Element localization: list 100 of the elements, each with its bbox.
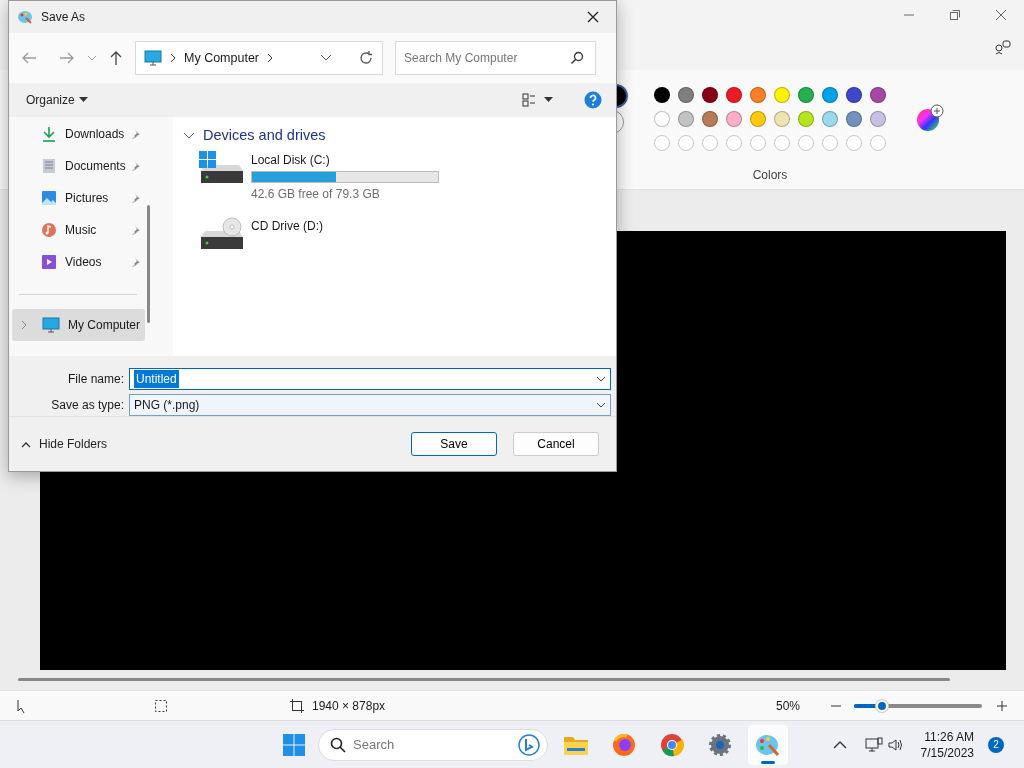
color-swatch[interactable]	[726, 87, 742, 103]
color-swatch[interactable]	[774, 111, 790, 127]
clock-time[interactable]: 11:26 AM	[924, 728, 974, 745]
back-icon[interactable]	[21, 51, 37, 65]
save-button[interactable]: Save	[411, 432, 497, 456]
search-field[interactable]: Search My Computer	[395, 41, 596, 75]
hide-folders-button[interactable]: Hide Folders	[21, 435, 108, 453]
empty-color-slot[interactable]	[702, 135, 718, 151]
chrome-icon	[660, 732, 684, 757]
up-icon[interactable]	[109, 50, 123, 66]
empty-color-slot[interactable]	[774, 135, 790, 151]
empty-color-slot[interactable]	[726, 135, 742, 151]
paint-palette-icon	[755, 732, 781, 757]
color-swatch[interactable]	[654, 87, 670, 103]
download-icon	[41, 126, 57, 142]
sidebar-item[interactable]: Videos	[9, 246, 145, 278]
view-icon	[522, 93, 536, 107]
empty-color-slot[interactable]	[870, 135, 886, 151]
dialog-title: Save As	[41, 9, 86, 26]
color-swatch[interactable]	[702, 111, 718, 127]
plus-icon	[996, 699, 1008, 712]
selection-icon	[154, 698, 168, 713]
file-name-label: File name:	[66, 371, 125, 388]
sidebar-item[interactable]: Music	[9, 214, 145, 246]
color-wheel-icon[interactable]	[916, 104, 944, 132]
file-name-field[interactable]: Untitled	[129, 368, 611, 390]
color-swatch[interactable]	[678, 111, 694, 127]
color-swatch[interactable]	[702, 87, 718, 103]
network-icon[interactable]	[864, 736, 883, 753]
canvas-size-label: 1940 × 878px	[312, 697, 386, 715]
restore-icon	[949, 9, 961, 21]
color-swatch[interactable]	[750, 87, 766, 103]
color-swatch[interactable]	[870, 111, 886, 127]
sidebar-item[interactable]: Downloads	[9, 118, 145, 150]
sidebar-item[interactable]: Pictures	[9, 182, 145, 214]
color-swatch[interactable]	[774, 87, 790, 103]
search-icon	[570, 51, 584, 65]
help-icon[interactable]	[584, 91, 602, 109]
bing-icon[interactable]	[518, 733, 540, 756]
cancel-button[interactable]: Cancel	[513, 432, 599, 456]
chevron-right-icon	[170, 53, 176, 63]
notification-count[interactable]: 2	[988, 736, 1004, 753]
volume-icon[interactable]	[886, 736, 903, 753]
organize-button[interactable]: Organize	[26, 91, 88, 109]
caret-icon	[544, 97, 553, 103]
clock-date[interactable]: 7/15/2023	[920, 744, 974, 761]
document-icon	[41, 158, 57, 174]
computer-icon	[42, 317, 60, 333]
forward-icon[interactable]	[59, 51, 75, 65]
color-swatch[interactable]	[798, 111, 814, 127]
paint-app-icon	[17, 9, 33, 25]
empty-color-slot[interactable]	[798, 135, 814, 151]
empty-color-slot[interactable]	[846, 135, 862, 151]
search-icon	[330, 736, 346, 753]
color-swatch[interactable]	[654, 111, 670, 127]
color-swatch[interactable]	[822, 87, 838, 103]
video-icon	[41, 254, 57, 270]
drive-name[interactable]: CD Drive (D:)	[251, 216, 323, 235]
group-header[interactable]: Devices and drives	[183, 125, 326, 147]
drive-name[interactable]: Local Disk (C:)	[251, 150, 439, 169]
picture-icon	[41, 190, 57, 206]
color-swatch[interactable]	[798, 87, 814, 103]
zoom-label: 50%	[775, 697, 800, 715]
sidebar-item[interactable]: Documents	[9, 150, 145, 182]
close-icon	[995, 9, 1007, 21]
color-swatch[interactable]	[726, 111, 742, 127]
sidebar-item[interactable]: My Computer	[12, 309, 145, 341]
windows-icon	[282, 732, 306, 757]
chevron-down-icon	[596, 402, 606, 408]
share-icon[interactable]	[994, 38, 1012, 56]
close-icon	[587, 11, 599, 23]
chevron-up-icon	[21, 440, 31, 448]
computer-icon	[144, 50, 162, 66]
scrollbar[interactable]	[18, 678, 950, 681]
chevron-up-icon[interactable]	[832, 739, 847, 750]
chevron-down-icon[interactable]	[320, 54, 332, 62]
color-swatch[interactable]	[846, 87, 862, 103]
color-swatch[interactable]	[846, 111, 862, 127]
empty-color-slot[interactable]	[750, 135, 766, 151]
empty-color-slot[interactable]	[654, 135, 670, 151]
scrollbar[interactable]	[147, 205, 150, 323]
colors-label: Colors	[752, 167, 788, 184]
taskbar-search-field[interactable]: Search	[318, 728, 548, 761]
slider-thumb[interactable]	[876, 699, 889, 712]
color-swatch[interactable]	[750, 111, 766, 127]
paint-button[interactable]	[748, 724, 788, 765]
color-swatch[interactable]	[678, 87, 694, 103]
empty-color-slot[interactable]	[822, 135, 838, 151]
save-type-label: Save as type:	[50, 397, 125, 414]
color-swatch[interactable]	[870, 87, 886, 103]
empty-color-slot[interactable]	[678, 135, 694, 151]
path-segment[interactable]: My Computer	[184, 48, 260, 68]
save-type-dropdown[interactable]: PNG (*.png)	[129, 394, 611, 416]
address-bar[interactable]: My Computer	[135, 41, 383, 75]
refresh-icon[interactable]	[358, 50, 374, 66]
color-swatch[interactable]	[822, 111, 838, 127]
chevron-right-icon[interactable]	[20, 320, 28, 330]
free-space-label: 42.6 GB free of 79.3 GB	[251, 185, 381, 203]
gear-icon	[708, 732, 732, 757]
firefox-icon	[612, 732, 636, 757]
